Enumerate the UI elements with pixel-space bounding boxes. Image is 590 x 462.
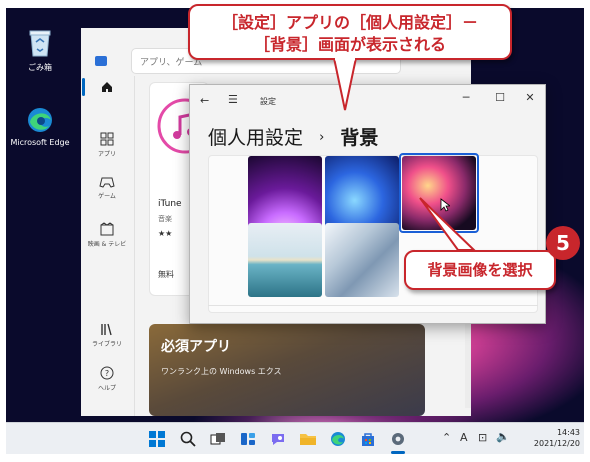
- itunes-price: 無料: [158, 270, 174, 279]
- task-view-button[interactable]: [209, 430, 227, 448]
- wallpaper-thumbnail[interactable]: [248, 156, 322, 230]
- screenshot: ごみ箱 Microsoft Edge アプリ、ゲーム アプリ ゲーム 映画 & …: [0, 0, 590, 462]
- svg-text:?: ?: [105, 369, 109, 378]
- minimize-button[interactable]: ─: [456, 91, 476, 104]
- desktop-icon-edge[interactable]: Microsoft Edge: [8, 106, 72, 147]
- essential-line1: ワンランク上の Windows エクス: [161, 367, 282, 376]
- gamepad-icon: [99, 177, 115, 188]
- wallpaper-thumbnail[interactable]: [248, 223, 322, 297]
- panel-divider: [208, 305, 538, 306]
- breadcrumb-current: 背景: [340, 127, 379, 149]
- windows-logo-icon: [149, 431, 165, 447]
- store-nav-label: アプリ: [97, 151, 116, 158]
- edge-button[interactable]: [329, 430, 347, 448]
- running-indicator: [391, 451, 405, 454]
- store-nav-label: ヘルプ: [97, 385, 116, 392]
- chat-button[interactable]: [269, 430, 287, 448]
- desktop-icon-label: ごみ箱: [28, 63, 52, 72]
- file-explorer-button[interactable]: [299, 430, 317, 448]
- edge-icon: [28, 108, 52, 132]
- clock-date: 2021/12/20: [533, 439, 580, 448]
- network-icon[interactable]: ⊡: [478, 431, 487, 444]
- breadcrumb-chevron-icon: ›: [319, 130, 325, 145]
- clock-time: 14:43: [556, 428, 580, 437]
- callout-line1: ［設定］アプリの［個人用設定］－: [221, 13, 478, 32]
- recycle-bin-icon: [29, 30, 51, 57]
- store-nav-label: 映画 & テレビ: [87, 241, 127, 248]
- callout-settings-opened: ［設定］アプリの［個人用設定］－ ［背景］画面が表示される: [188, 4, 512, 60]
- sidebar-divider: [134, 76, 135, 416]
- callout-line2: ［背景］画面が表示される: [253, 35, 446, 54]
- callout-select-text: 背景画像を選択: [427, 261, 533, 279]
- apps-icon: [100, 132, 114, 146]
- gear-icon: [392, 433, 404, 445]
- start-button[interactable]: [148, 430, 166, 448]
- clock[interactable]: 14:43 2021/12/20: [514, 427, 580, 449]
- store-sidebar: アプリ ゲーム 映画 & テレビ ライブラリ ? ヘルプ: [81, 58, 133, 416]
- store-nav-label: ライブラリ: [91, 341, 122, 348]
- settings-title: 設定: [260, 97, 276, 106]
- wallpaper-thumbnail[interactable]: [325, 156, 399, 230]
- breadcrumb: 個人用設定 › 背景: [208, 123, 378, 150]
- desktop: ごみ箱 Microsoft Edge アプリ、ゲーム アプリ ゲーム 映画 & …: [6, 8, 584, 422]
- callout-pointer-select: [419, 197, 477, 251]
- breadcrumb-parent[interactable]: 個人用設定: [208, 127, 303, 149]
- library-icon: [101, 323, 112, 336]
- store-search-placeholder: アプリ、ゲーム: [140, 58, 203, 68]
- chat-icon: [272, 434, 284, 445]
- hamburger-menu-icon[interactable]: ☰: [228, 93, 238, 106]
- settings-button[interactable]: [389, 430, 407, 448]
- folder-icon: [300, 434, 316, 445]
- store-nav-library[interactable]: ライブラリ: [81, 322, 133, 348]
- step-number-badge: 5: [546, 226, 580, 260]
- store-button[interactable]: [359, 430, 377, 448]
- search-icon: [180, 431, 196, 447]
- ime-indicator[interactable]: A: [460, 431, 468, 444]
- settings-titlebar: ← ☰ 設定 ─ ☐ ✕: [190, 85, 545, 119]
- task-view-icon: [210, 433, 225, 445]
- desktop-icon-label: Microsoft Edge: [10, 138, 70, 147]
- close-button[interactable]: ✕: [520, 91, 540, 104]
- store-nav-label: ゲーム: [98, 193, 116, 200]
- store-nav-apps[interactable]: アプリ: [81, 132, 133, 158]
- callout-select-background: 背景画像を選択: [404, 250, 556, 290]
- itunes-rating: ★★: [158, 229, 173, 238]
- essential-apps-banner[interactable]: 必須アプリ ワンランク上の Windows エクス: [149, 324, 425, 416]
- store-nav-games[interactable]: ゲーム: [81, 176, 133, 200]
- callout-pointer-top: [332, 58, 358, 111]
- widgets-button[interactable]: [239, 430, 257, 448]
- maximize-button[interactable]: ☐: [490, 91, 510, 104]
- chevron-up-icon[interactable]: ⌃: [442, 431, 451, 444]
- active-indicator: [82, 78, 85, 96]
- help-icon: ?: [100, 366, 114, 380]
- film-icon: [100, 222, 114, 236]
- store-icon: [362, 433, 374, 446]
- store-nav-home[interactable]: [81, 78, 133, 97]
- taskbar: ⌃ A ⊡ 🔈 14:43 2021/12/20: [6, 422, 584, 454]
- store-nav-movies[interactable]: 映画 & テレビ: [81, 222, 133, 248]
- desktop-icon-recycle-bin[interactable]: ごみ箱: [8, 28, 72, 73]
- search-button[interactable]: [179, 430, 197, 448]
- essential-title: 必須アプリ: [161, 339, 231, 355]
- back-arrow-icon[interactable]: ←: [200, 94, 209, 107]
- wallpaper-thumbnail[interactable]: [325, 223, 399, 297]
- edge-icon: [331, 432, 345, 446]
- home-icon: [102, 82, 112, 92]
- itunes-name: iTune: [158, 199, 182, 209]
- volume-icon[interactable]: 🔈: [496, 430, 510, 443]
- itunes-category: 音楽: [158, 215, 172, 223]
- store-nav-help[interactable]: ? ヘルプ: [81, 366, 133, 392]
- widgets-icon: [241, 433, 255, 445]
